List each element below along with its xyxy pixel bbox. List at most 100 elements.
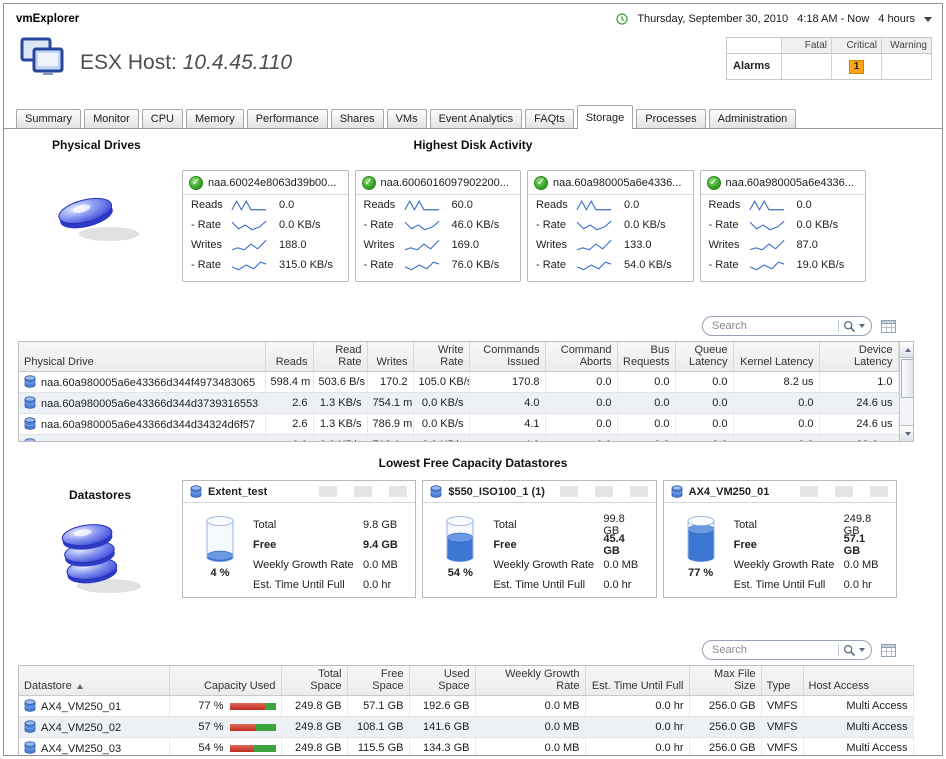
disk-activity-card[interactable]: ✓ naa.60a980005a6e4336... Reads 0.0 - Ra… [527, 170, 694, 282]
column-header[interactable]: Physical Drive [19, 342, 265, 372]
column-header[interactable]: Write Rate [413, 342, 469, 372]
tab[interactable]: Performance [247, 109, 328, 128]
disk-activity-card[interactable]: ✓ naa.6006016097902200... Reads 60.0 - R… [355, 170, 522, 282]
stat-label: Weekly Growth Rate [493, 559, 603, 571]
drive-row[interactable]: naa.60a980005a6e43366d344d34324d6f57 2.6… [19, 414, 898, 435]
capacity-bar [230, 745, 276, 752]
column-header[interactable]: Est. Time Until Full [585, 666, 689, 696]
scrollbar-thumb[interactable] [901, 359, 915, 398]
tab[interactable]: Storage [577, 105, 634, 129]
scrollbar-track[interactable] [900, 358, 915, 425]
disk-activity-card[interactable]: ✓ naa.60a980005a6e4336... Reads 0.0 - Ra… [700, 170, 867, 282]
tab[interactable]: Administration [709, 109, 797, 128]
time-range-selector[interactable]: Thursday, September 30, 2010 4:18 AM - N… [616, 13, 932, 25]
scroll-up-button[interactable] [900, 342, 915, 358]
card-header-placeholders [560, 486, 648, 497]
disk-activity-card[interactable]: ✓ naa.60024e8063d39b00... Reads 0.0 - Ra… [182, 170, 349, 282]
metric-value: 87.0 [797, 239, 818, 251]
search-divider [838, 644, 839, 656]
drive-name: naa.60a980005a6e43366d344d34324d6f57 [41, 419, 255, 431]
fatal-count-cell[interactable] [781, 54, 831, 79]
stat-label: Est. Time Until Full [493, 579, 603, 591]
datastore-card[interactable]: $550_ISO100_1 (1) [422, 480, 656, 598]
cell-type: VMFS [761, 717, 803, 738]
stat-row: Weekly Growth Rate0.0 MB [253, 555, 403, 575]
cell-bus-requests: 0.0 [617, 414, 675, 435]
column-header[interactable]: Kernel Latency [733, 342, 819, 372]
search-input[interactable] [712, 320, 836, 332]
column-header[interactable]: Free Space [347, 666, 409, 696]
tab[interactable]: Summary [16, 109, 81, 128]
column-header[interactable]: Reads [265, 342, 313, 372]
clock-icon [616, 13, 628, 25]
column-header[interactable]: Datastore [19, 666, 169, 696]
tab[interactable]: Memory [186, 109, 244, 128]
stat-label: Total [253, 519, 363, 531]
drive-row[interactable]: naa.60a980005a6e43366d34... 0.0 0.0 KB/s… [19, 435, 898, 443]
page-header: ESX Host: 10.4.45.110 Fatal Critical War… [4, 31, 942, 93]
search-button[interactable] [843, 320, 865, 333]
column-header[interactable]: Command Aborts [545, 342, 617, 372]
column-header[interactable]: Queue Latency [675, 342, 733, 372]
vertical-scrollbar[interactable] [899, 342, 915, 441]
tab[interactable]: Event Analytics [430, 109, 523, 128]
tab[interactable]: Processes [636, 109, 705, 128]
physical-drive-grid: Physical Drive Reads Read Rate Writes Wr… [19, 342, 899, 442]
sparkline-icon [231, 218, 269, 232]
tab[interactable]: Monitor [84, 109, 139, 128]
drive-row[interactable]: naa.60a980005a6e43366d344d3739316553 2.6… [19, 393, 898, 414]
breadcrumb-vmexplorer[interactable]: vmExplorer [16, 13, 79, 25]
search-input[interactable] [712, 644, 836, 656]
search-options-caret-icon[interactable] [859, 648, 865, 652]
datastore-card[interactable]: AX4_VM250_01 [663, 480, 897, 598]
drive-row[interactable]: naa.60a980005a6e43366d344f4973483065 598… [19, 372, 898, 393]
column-header[interactable]: Used Space [409, 666, 475, 696]
metric-value: 0.0 [624, 199, 639, 211]
table-customizer-icon[interactable] [881, 320, 896, 333]
time-date: Thursday, September 30, 2010 [637, 13, 788, 25]
drive-search-box[interactable] [702, 316, 872, 336]
cell-writes: 170.2 [367, 372, 413, 393]
column-header[interactable]: Read Rate [313, 342, 367, 372]
column-header[interactable]: Type [761, 666, 803, 696]
capacity-gauge [683, 513, 719, 565]
sparkline-icon [404, 218, 442, 232]
sparkline-icon [749, 198, 787, 212]
datastore-row[interactable]: AX4_VM250_01 77 % 249.8 GB 57.1 GB 192.6… [19, 696, 913, 717]
datastore-row[interactable]: AX4_VM250_03 54 % 249.8 GB 115.5 GB 134.… [19, 738, 913, 757]
metric-row: - Rate 0.0 KB/s [183, 215, 348, 235]
metric-row: Reads 60.0 [356, 195, 521, 215]
datastore-search-box[interactable] [702, 640, 872, 660]
column-header[interactable]: Device Latency [819, 342, 898, 372]
metric-label: Reads [536, 199, 576, 211]
critical-count-cell[interactable]: 1 [831, 54, 881, 79]
stat-value: 0.0 MB [363, 559, 398, 571]
datastore-stats: Total9.8 GB Free9.4 GB Weekly Growth Rat… [243, 513, 403, 595]
capacity-percent: 77 % [198, 700, 223, 712]
critical-count-badge[interactable]: 1 [849, 60, 864, 74]
physical-drive-icon [45, 182, 155, 248]
chevron-down-icon[interactable] [924, 17, 932, 22]
column-header[interactable]: Max File Size [689, 666, 761, 696]
tab[interactable]: FAQts [525, 109, 574, 128]
stat-label: Free [493, 539, 603, 551]
column-header[interactable]: Commands Issued [469, 342, 545, 372]
tab[interactable]: CPU [142, 109, 183, 128]
tab[interactable]: Shares [331, 109, 384, 128]
datastore-card[interactable]: Extent_test [182, 480, 416, 598]
column-header[interactable]: Capacity Used [169, 666, 281, 696]
search-options-caret-icon[interactable] [859, 324, 865, 328]
tab[interactable]: VMs [387, 109, 427, 128]
scroll-down-button[interactable] [900, 425, 915, 441]
column-header[interactable]: Weekly Growth Rate [475, 666, 585, 696]
column-header[interactable]: Host Access [803, 666, 913, 696]
column-header[interactable]: Writes [367, 342, 413, 372]
search-button[interactable] [843, 644, 865, 657]
datastore-row[interactable]: AX4_VM250_02 57 % 249.8 GB 108.1 GB 141.… [19, 717, 913, 738]
column-header[interactable]: Total Space [281, 666, 347, 696]
column-header[interactable]: Bus Requests [617, 342, 675, 372]
table-customizer-icon[interactable] [881, 644, 896, 657]
warning-count-cell[interactable] [881, 54, 931, 79]
drive-name: naa.60a980005a6e43366d344d3739316553 [41, 398, 258, 410]
metric-label: - Rate [709, 259, 749, 271]
